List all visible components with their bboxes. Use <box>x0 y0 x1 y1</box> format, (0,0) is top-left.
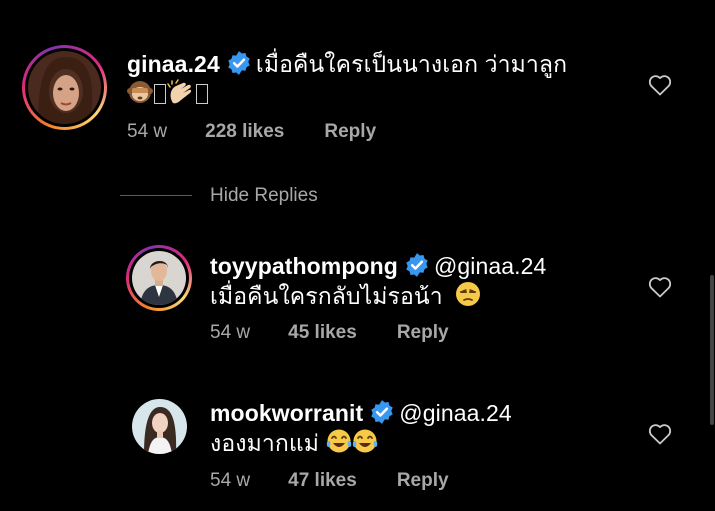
hide-replies-toggle[interactable]: Hide Replies <box>120 184 318 208</box>
heart-icon[interactable] <box>648 74 672 96</box>
heart-icon[interactable] <box>648 276 672 298</box>
comment-text-ginaa: เมื่อคืนใครเป็นนางเอก ว่ามาลูก <box>255 51 568 77</box>
tears-of-joy-icon <box>352 429 377 453</box>
comment-time: 54 w <box>210 322 251 343</box>
verified-badge-icon <box>371 400 394 424</box>
username-mookworranit[interactable]: mookworranit <box>210 400 363 426</box>
comment-time: 54 w <box>127 121 168 142</box>
comment-text-toyypathompong: เมื่อคืนใครกลับไม่รอน้า <box>210 283 443 309</box>
hide-replies-label: Hide Replies <box>210 185 318 206</box>
username-toyypathompong[interactable]: toyypathompong <box>210 253 398 279</box>
reply-button[interactable]: Reply <box>397 322 449 343</box>
comment-text-mookworranit: งองมากแม่ <box>210 430 320 456</box>
missing-glyph-icon <box>154 84 166 104</box>
mention-link[interactable]: @ginaa.24 <box>399 400 512 426</box>
comment-time: 54 w <box>210 470 251 491</box>
emoji-row-ginaa <box>127 79 209 107</box>
username-ginaa[interactable]: ginaa.24 <box>127 51 220 77</box>
hide-replies-divider <box>120 195 192 197</box>
reply-button[interactable]: Reply <box>397 470 449 491</box>
avatar-photo-mookworranit <box>132 399 187 454</box>
likes-count[interactable]: 228 likes <box>205 121 284 142</box>
avatar-toyypathompong[interactable] <box>126 245 192 311</box>
likes-count[interactable]: 47 likes <box>288 470 357 491</box>
mention-link[interactable]: @ginaa.24 <box>434 253 547 279</box>
verified-badge-icon <box>228 51 250 75</box>
tears-of-joy-icon <box>326 429 351 453</box>
avatar-mookworranit[interactable] <box>132 399 187 454</box>
missing-glyph-icon <box>196 84 208 104</box>
reply-button[interactable]: Reply <box>324 121 376 142</box>
heart-icon[interactable] <box>648 423 672 445</box>
see-no-evil-monkey-icon <box>127 81 153 103</box>
clapping-hands-icon <box>167 79 192 104</box>
avatar-ginaa[interactable] <box>22 45 107 130</box>
verified-badge-icon <box>406 253 428 277</box>
scrollbar[interactable] <box>710 275 714 425</box>
likes-count[interactable]: 45 likes <box>288 322 357 343</box>
avatar-photo-toyypathompong <box>132 251 186 305</box>
unamused-face-icon <box>456 282 481 306</box>
avatar-photo-ginaa <box>28 51 101 124</box>
